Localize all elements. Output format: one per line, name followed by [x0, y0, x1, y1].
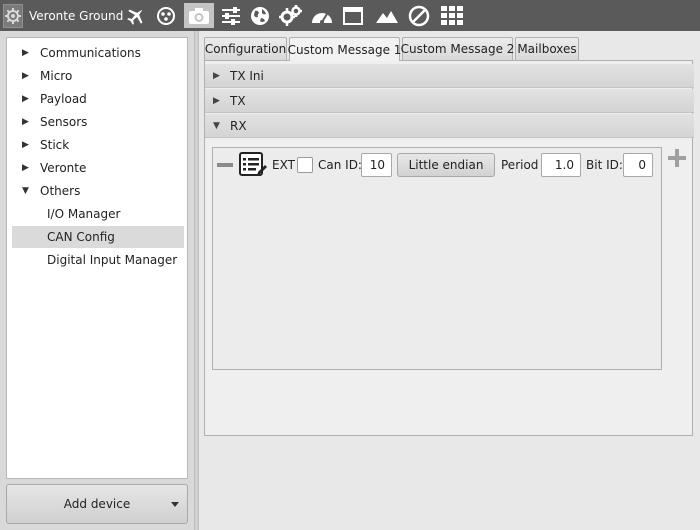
tree-item-micro[interactable]: ▶ Micro [12, 65, 182, 87]
expand-arrow-icon: ▶ [22, 117, 29, 127]
tab-custom-message-2[interactable]: Custom Message 2 [401, 37, 514, 60]
tree-item-payload[interactable]: ▶ Payload [12, 88, 182, 110]
bit-id-input[interactable]: 0 [623, 153, 653, 177]
airplane-icon[interactable] [123, 3, 149, 28]
expand-arrow-icon: ▶ [22, 140, 29, 150]
edit-list-icon[interactable] [239, 152, 267, 178]
gear-icon [3, 3, 23, 28]
collapse-arrow-icon: ▼ [22, 186, 29, 196]
expand-arrow-icon: ▶ [22, 163, 29, 173]
mountain-icon[interactable] [374, 3, 400, 28]
can-id-input[interactable]: 10 [361, 153, 392, 177]
camera-icon[interactable] [184, 3, 214, 28]
tab-mailboxes[interactable]: Mailboxes [515, 37, 579, 60]
app-window: Veronte Ground ▶ Communications ▶ Micro … [0, 0, 700, 530]
section-tx[interactable]: ▶ TX [205, 89, 694, 113]
gears-icon[interactable] [277, 3, 303, 28]
expand-arrow-icon: ▶ [213, 70, 220, 81]
tree-item-others[interactable]: ▼ Others [12, 180, 182, 202]
window-icon[interactable] [340, 3, 366, 28]
app-title: Veronte Ground [29, 8, 124, 23]
tree-item-digital-input-manager[interactable]: Digital Input Manager [12, 249, 184, 271]
device-tree-panel: ▶ Communications ▶ Micro ▶ Payload ▶ Sensors… [6, 37, 188, 479]
top-toolbar: Veronte Ground [0, 0, 700, 31]
bit-id-label: Bit ID: [586, 158, 623, 172]
dashboard-icon[interactable] [309, 3, 335, 28]
endianness-button[interactable]: Little endian [397, 153, 495, 177]
expand-arrow-icon: ▶ [22, 71, 29, 81]
expand-arrow-icon: ▶ [213, 95, 220, 106]
rx-message-panel [212, 147, 662, 370]
expand-arrow-icon: ▶ [22, 94, 29, 104]
ext-checkbox[interactable] [297, 157, 313, 173]
grid-icon[interactable] [439, 3, 465, 28]
tree-item-veronte[interactable]: ▶ Veronte [12, 157, 182, 179]
period-label: Period [501, 158, 539, 172]
forbidden-icon[interactable] [406, 3, 432, 28]
collapse-arrow-icon: ▼ [213, 120, 220, 131]
remove-row-button[interactable] [217, 163, 235, 169]
can-id-label: Can ID: [318, 158, 362, 172]
tree-item-can-config[interactable]: CAN Config [12, 226, 184, 248]
app-menu-button[interactable]: Veronte Ground [3, 3, 124, 28]
tree-item-sensors[interactable]: ▶ Sensors [12, 111, 182, 133]
connections-icon[interactable] [153, 3, 179, 28]
section-tx-ini[interactable]: ▶ TX Ini [205, 64, 694, 88]
sliders-icon[interactable] [218, 3, 244, 28]
section-rx[interactable]: ▼ RX [205, 114, 694, 138]
tab-configuration[interactable]: Configuration [204, 37, 287, 60]
ext-label: EXT [272, 158, 295, 172]
period-input[interactable]: 1.0 [541, 153, 581, 177]
dropdown-caret-icon[interactable] [171, 502, 179, 507]
tab-custom-message-1[interactable]: Custom Message 1 [288, 37, 401, 61]
globe-icon[interactable] [247, 3, 273, 28]
tree-item-stick[interactable]: ▶ Stick [12, 134, 182, 156]
tree-item-io-manager[interactable]: I/O Manager [12, 203, 184, 225]
add-device-button[interactable]: Add device [6, 484, 188, 524]
expand-arrow-icon: ▶ [22, 48, 29, 58]
add-row-button[interactable] [668, 149, 686, 167]
tree-item-communications[interactable]: ▶ Communications [12, 42, 182, 64]
